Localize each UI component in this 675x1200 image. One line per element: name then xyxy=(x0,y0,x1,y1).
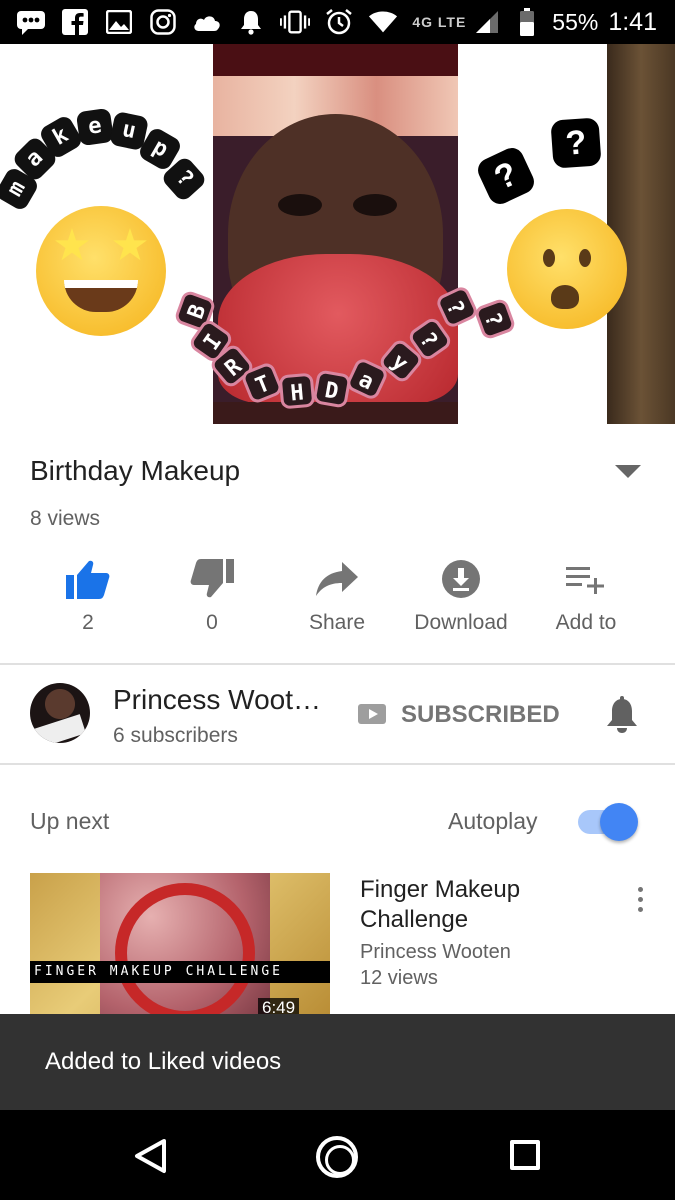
thumbs-up-icon xyxy=(66,555,110,603)
like-count: 2 xyxy=(82,611,94,634)
gallery-icon xyxy=(104,7,134,37)
battery-icon xyxy=(512,7,542,37)
add-to-button[interactable]: Add to xyxy=(524,555,648,645)
thumbs-down-icon xyxy=(190,555,234,603)
view-count: 8 views xyxy=(30,507,101,530)
ban-icon xyxy=(115,883,255,1018)
up-next-title[interactable]: Finger Makeup Challenge xyxy=(360,875,580,935)
subscribed-play-icon xyxy=(358,704,386,724)
vibrate-icon xyxy=(280,7,310,37)
video-title: Birthday Makeup xyxy=(30,455,241,486)
navigation-bar xyxy=(0,1110,675,1200)
question-mark-icon: ? xyxy=(474,144,538,208)
up-next-label: Up next xyxy=(30,808,110,834)
share-icon xyxy=(316,555,358,603)
clock-time: 1:41 xyxy=(608,7,657,36)
notification-bell-icon xyxy=(236,7,266,37)
like-button[interactable]: 2 xyxy=(26,555,150,645)
home-icon[interactable] xyxy=(316,1136,358,1178)
up-next-views: 12 views xyxy=(360,967,438,989)
expand-description-icon[interactable] xyxy=(615,465,641,478)
battery-percent: 55% xyxy=(552,8,599,35)
divider xyxy=(0,763,675,765)
signal-icon xyxy=(472,7,502,37)
alarm-icon xyxy=(324,7,354,37)
share-button[interactable]: Share xyxy=(275,555,399,645)
recent-apps-icon[interactable] xyxy=(510,1140,540,1170)
notification-bell-icon[interactable] xyxy=(604,696,640,739)
facebook-icon xyxy=(60,7,90,37)
subscriber-count: 6 subscribers xyxy=(113,724,238,747)
star-struck-emoji-icon: ★ ★ xyxy=(36,206,166,336)
network-type-label: 4G LTE xyxy=(412,14,467,30)
wifi-icon xyxy=(368,7,398,37)
download-icon xyxy=(441,555,481,603)
messages-icon xyxy=(16,7,46,37)
up-next-channel: Princess Wooten xyxy=(360,941,511,963)
share-label: Share xyxy=(308,611,366,634)
thumbnail-caption: FINGER MAKEUP CHALLENGE xyxy=(30,961,330,983)
status-bar: 4G LTE 55% 1:41 xyxy=(0,0,675,44)
video-player[interactable]: ★ ★ m a k e u p ? B I R T H D a y ? ? ? … xyxy=(0,44,675,424)
dislike-button[interactable]: 0 xyxy=(150,555,274,645)
snackbar: Added to Liked videos xyxy=(0,1014,675,1110)
divider xyxy=(0,663,675,665)
worried-emoji-icon xyxy=(507,209,627,329)
add-to-label: Add to xyxy=(555,611,617,634)
up-next-thumbnail[interactable]: FINGER MAKEUP CHALLENGE xyxy=(30,873,330,1018)
more-options-icon[interactable] xyxy=(638,887,644,917)
instagram-icon xyxy=(148,7,178,37)
autoplay-toggle-knob[interactable] xyxy=(600,803,638,841)
autoplay-label: Autoplay xyxy=(448,808,538,834)
snackbar-message: Added to Liked videos xyxy=(45,1048,282,1075)
back-icon[interactable] xyxy=(133,1138,167,1179)
download-label: Download xyxy=(414,611,508,634)
question-mark-icon: ? xyxy=(550,117,602,169)
dislike-count: 0 xyxy=(206,611,218,634)
subscribed-button[interactable]: SUBSCRIBED xyxy=(401,701,560,729)
cloud-icon xyxy=(192,7,222,37)
video-side-frame xyxy=(607,44,675,424)
video-actions: 2 0 Share Download Add to xyxy=(0,555,675,645)
channel-avatar[interactable] xyxy=(30,683,90,743)
channel-name[interactable]: Princess Woot… xyxy=(113,684,321,716)
add-to-playlist-icon xyxy=(566,555,606,603)
download-button[interactable]: Download xyxy=(399,555,523,645)
